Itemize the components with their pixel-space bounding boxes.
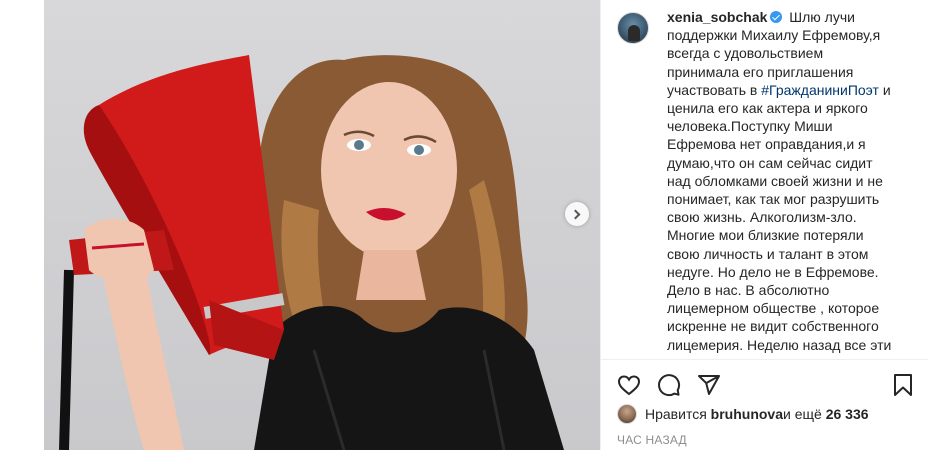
caption-text-span: Шлю лучи [789, 9, 855, 25]
save-button[interactable] [891, 373, 915, 397]
hashtag-link[interactable]: #ГражданиниПоэт [761, 82, 879, 98]
likes-middle: и ещё [783, 406, 822, 422]
verified-badge-icon [770, 11, 783, 23]
caption-line-1: поддержки Михаилу Ефремову,я [667, 27, 881, 44]
caption-line-3: принимала его приглашения [667, 63, 854, 80]
caption-line-7: Ефремова нет оправдания,и я [667, 136, 866, 153]
caption-text: xenia_sobchak Шлю лучи поддержки Михаилу… [667, 8, 915, 354]
caption-line-18: лицемерия. Неделю назад все эти [667, 336, 892, 353]
caption-line-15: Дело в нас. В абсолютно [667, 282, 830, 299]
post-media[interactable] [0, 0, 600, 450]
likes-count-link[interactable]: 26 336 [826, 406, 869, 422]
post-photo[interactable] [44, 0, 600, 450]
comment-button[interactable] [657, 373, 681, 397]
caption-line-2: всегда с удовольствием [667, 45, 824, 62]
liker-avatar[interactable] [617, 404, 637, 424]
likes-row: Нравится bruhunova и ещё 26 336 [617, 404, 869, 424]
liker-username-link[interactable]: bruhunova [711, 406, 783, 422]
next-photo-button[interactable] [565, 202, 589, 226]
caption-line-5: ценила его как актера и яркого [667, 100, 868, 117]
post-actions [617, 371, 915, 399]
caption-text-span: и [878, 81, 891, 98]
share-icon [698, 375, 720, 395]
caption-line-9: над обломками своей жизни и не [667, 172, 883, 189]
chevron-right-icon [570, 209, 581, 219]
like-button[interactable] [617, 373, 641, 397]
caption-line-8: думаю,что он сам сейчас сидит [667, 154, 873, 171]
caption-line-0: xenia_sobchak Шлю лучи [667, 8, 915, 26]
instagram-post: xenia_sobchak Шлю лучи поддержки Михаилу… [0, 0, 928, 450]
caption-line-6: человека.Поступку Миши [667, 118, 833, 135]
caption-line-13: свою личность и талант в этом [667, 245, 869, 262]
caption-line-14: недуге. Но дело не в Ефремове. [667, 263, 879, 280]
caption-line-12: Многие мои близкие потеряли [667, 227, 864, 244]
likes-prefix: Нравится [645, 406, 707, 422]
caption-line-17: искренне не видит собственного [667, 318, 879, 335]
comment-icon [658, 374, 681, 397]
caption-text-span: участвовать в [667, 81, 758, 98]
photo-illustration [59, 55, 564, 450]
share-button[interactable] [697, 373, 721, 397]
post-side-panel: xenia_sobchak Шлю лучи поддержки Михаилу… [600, 0, 928, 450]
caption-line-16: лицемерном обществе , которое [667, 300, 880, 317]
heart-icon [617, 375, 641, 396]
caption-area[interactable]: xenia_sobchak Шлю лучи поддержки Михаилу… [601, 0, 928, 360]
bookmark-icon [894, 374, 912, 396]
caption-line-11: свою жизнь. Алкоголизм-зло. [667, 209, 857, 226]
author-avatar[interactable] [617, 12, 649, 44]
caption-line-4: участвовать в #ГражданиниПоэт и [667, 81, 915, 99]
post-timestamp[interactable]: ЧАС НАЗАД [617, 433, 687, 447]
author-username-link[interactable]: xenia_sobchak [667, 9, 767, 25]
caption-row: xenia_sobchak Шлю лучи поддержки Михаилу… [617, 8, 915, 354]
caption-line-10: понимает, как так мог разрушить [667, 191, 880, 208]
